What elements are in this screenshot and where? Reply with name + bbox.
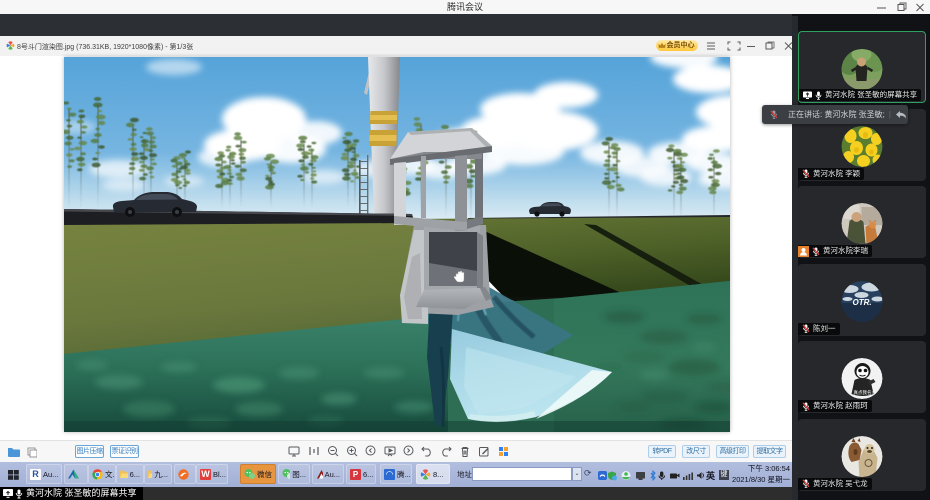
svg-text:OTR.: OTR. — [853, 298, 872, 307]
svg-text:真点我名!: 真点我名! — [854, 389, 873, 396]
